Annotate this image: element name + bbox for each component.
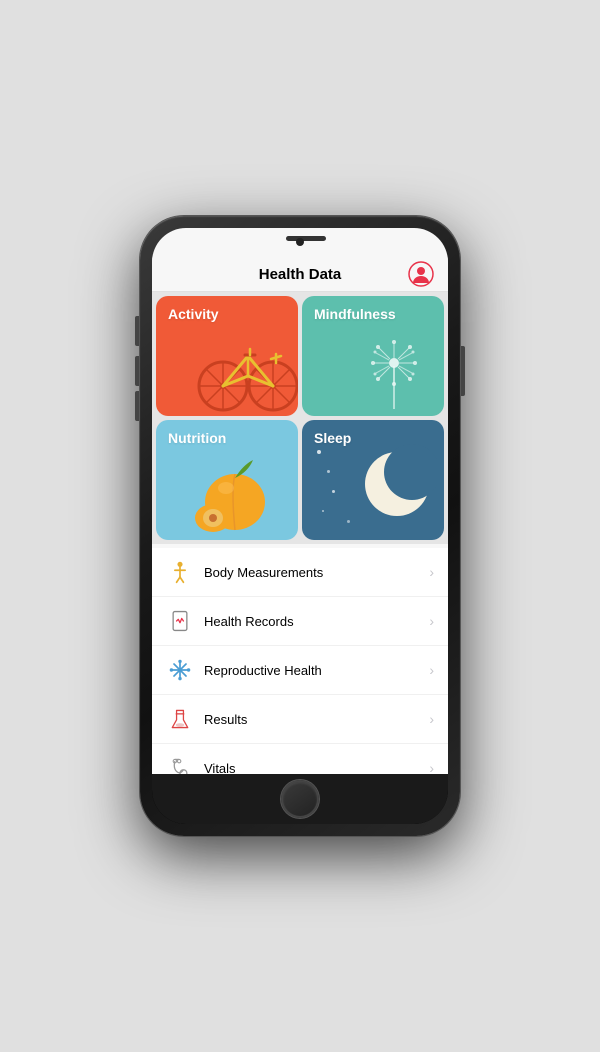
home-button[interactable] <box>281 780 319 818</box>
vitals-icon <box>166 754 194 774</box>
screen-content: Health Data Activity <box>152 256 448 774</box>
list-item-reproductive[interactable]: Reproductive Health › <box>152 646 448 695</box>
vitals-label: Vitals <box>204 761 429 775</box>
mindfulness-card[interactable]: Mindfulness <box>302 296 444 416</box>
star-5 <box>347 520 350 523</box>
results-icon <box>166 705 194 733</box>
list-section: Body Measurements › Health Records › <box>152 548 448 774</box>
phone-top-bar <box>152 228 448 256</box>
nutrition-label: Nutrition <box>168 430 226 446</box>
cards-grid: Activity <box>152 292 448 544</box>
chevron-right-results: › <box>429 711 434 727</box>
chevron-right-reproductive: › <box>429 662 434 678</box>
list-item-vitals[interactable]: Vitals › <box>152 744 448 774</box>
profile-button[interactable] <box>408 261 434 287</box>
body-measurements-icon <box>166 558 194 586</box>
activity-card[interactable]: Activity <box>156 296 298 416</box>
star-3 <box>332 490 335 493</box>
home-button-area <box>152 774 448 824</box>
sleep-label: Sleep <box>314 430 351 446</box>
speaker <box>286 236 326 241</box>
page-title: Health Data <box>259 266 342 283</box>
chevron-right-body: › <box>429 564 434 580</box>
nav-header: Health Data <box>152 256 448 292</box>
body-measurements-label: Body Measurements <box>204 565 429 580</box>
bicycle-icon <box>193 321 298 416</box>
activity-label: Activity <box>168 306 219 322</box>
star-2 <box>327 470 330 473</box>
phone-frame: Health Data Activity <box>140 216 460 836</box>
nutrition-card[interactable]: Nutrition <box>156 420 298 540</box>
peach-icon <box>193 450 278 535</box>
list-item-records[interactable]: Health Records › <box>152 597 448 646</box>
reproductive-health-label: Reproductive Health <box>204 663 429 678</box>
health-records-label: Health Records <box>204 614 429 629</box>
front-camera <box>296 238 304 246</box>
star-1 <box>317 450 321 454</box>
star-4 <box>322 510 324 512</box>
results-label: Results <box>204 712 429 727</box>
dandelion-icon <box>349 321 439 411</box>
phone-screen: Health Data Activity <box>152 228 448 824</box>
chevron-right-records: › <box>429 613 434 629</box>
reproductive-health-icon <box>166 656 194 684</box>
health-records-icon <box>166 607 194 635</box>
list-item-results[interactable]: Results › <box>152 695 448 744</box>
sleep-card[interactable]: Sleep <box>302 420 444 540</box>
moon-icon <box>357 444 437 524</box>
mindfulness-label: Mindfulness <box>314 306 396 322</box>
chevron-right-vitals: › <box>429 760 434 774</box>
list-item-body[interactable]: Body Measurements › <box>152 548 448 597</box>
